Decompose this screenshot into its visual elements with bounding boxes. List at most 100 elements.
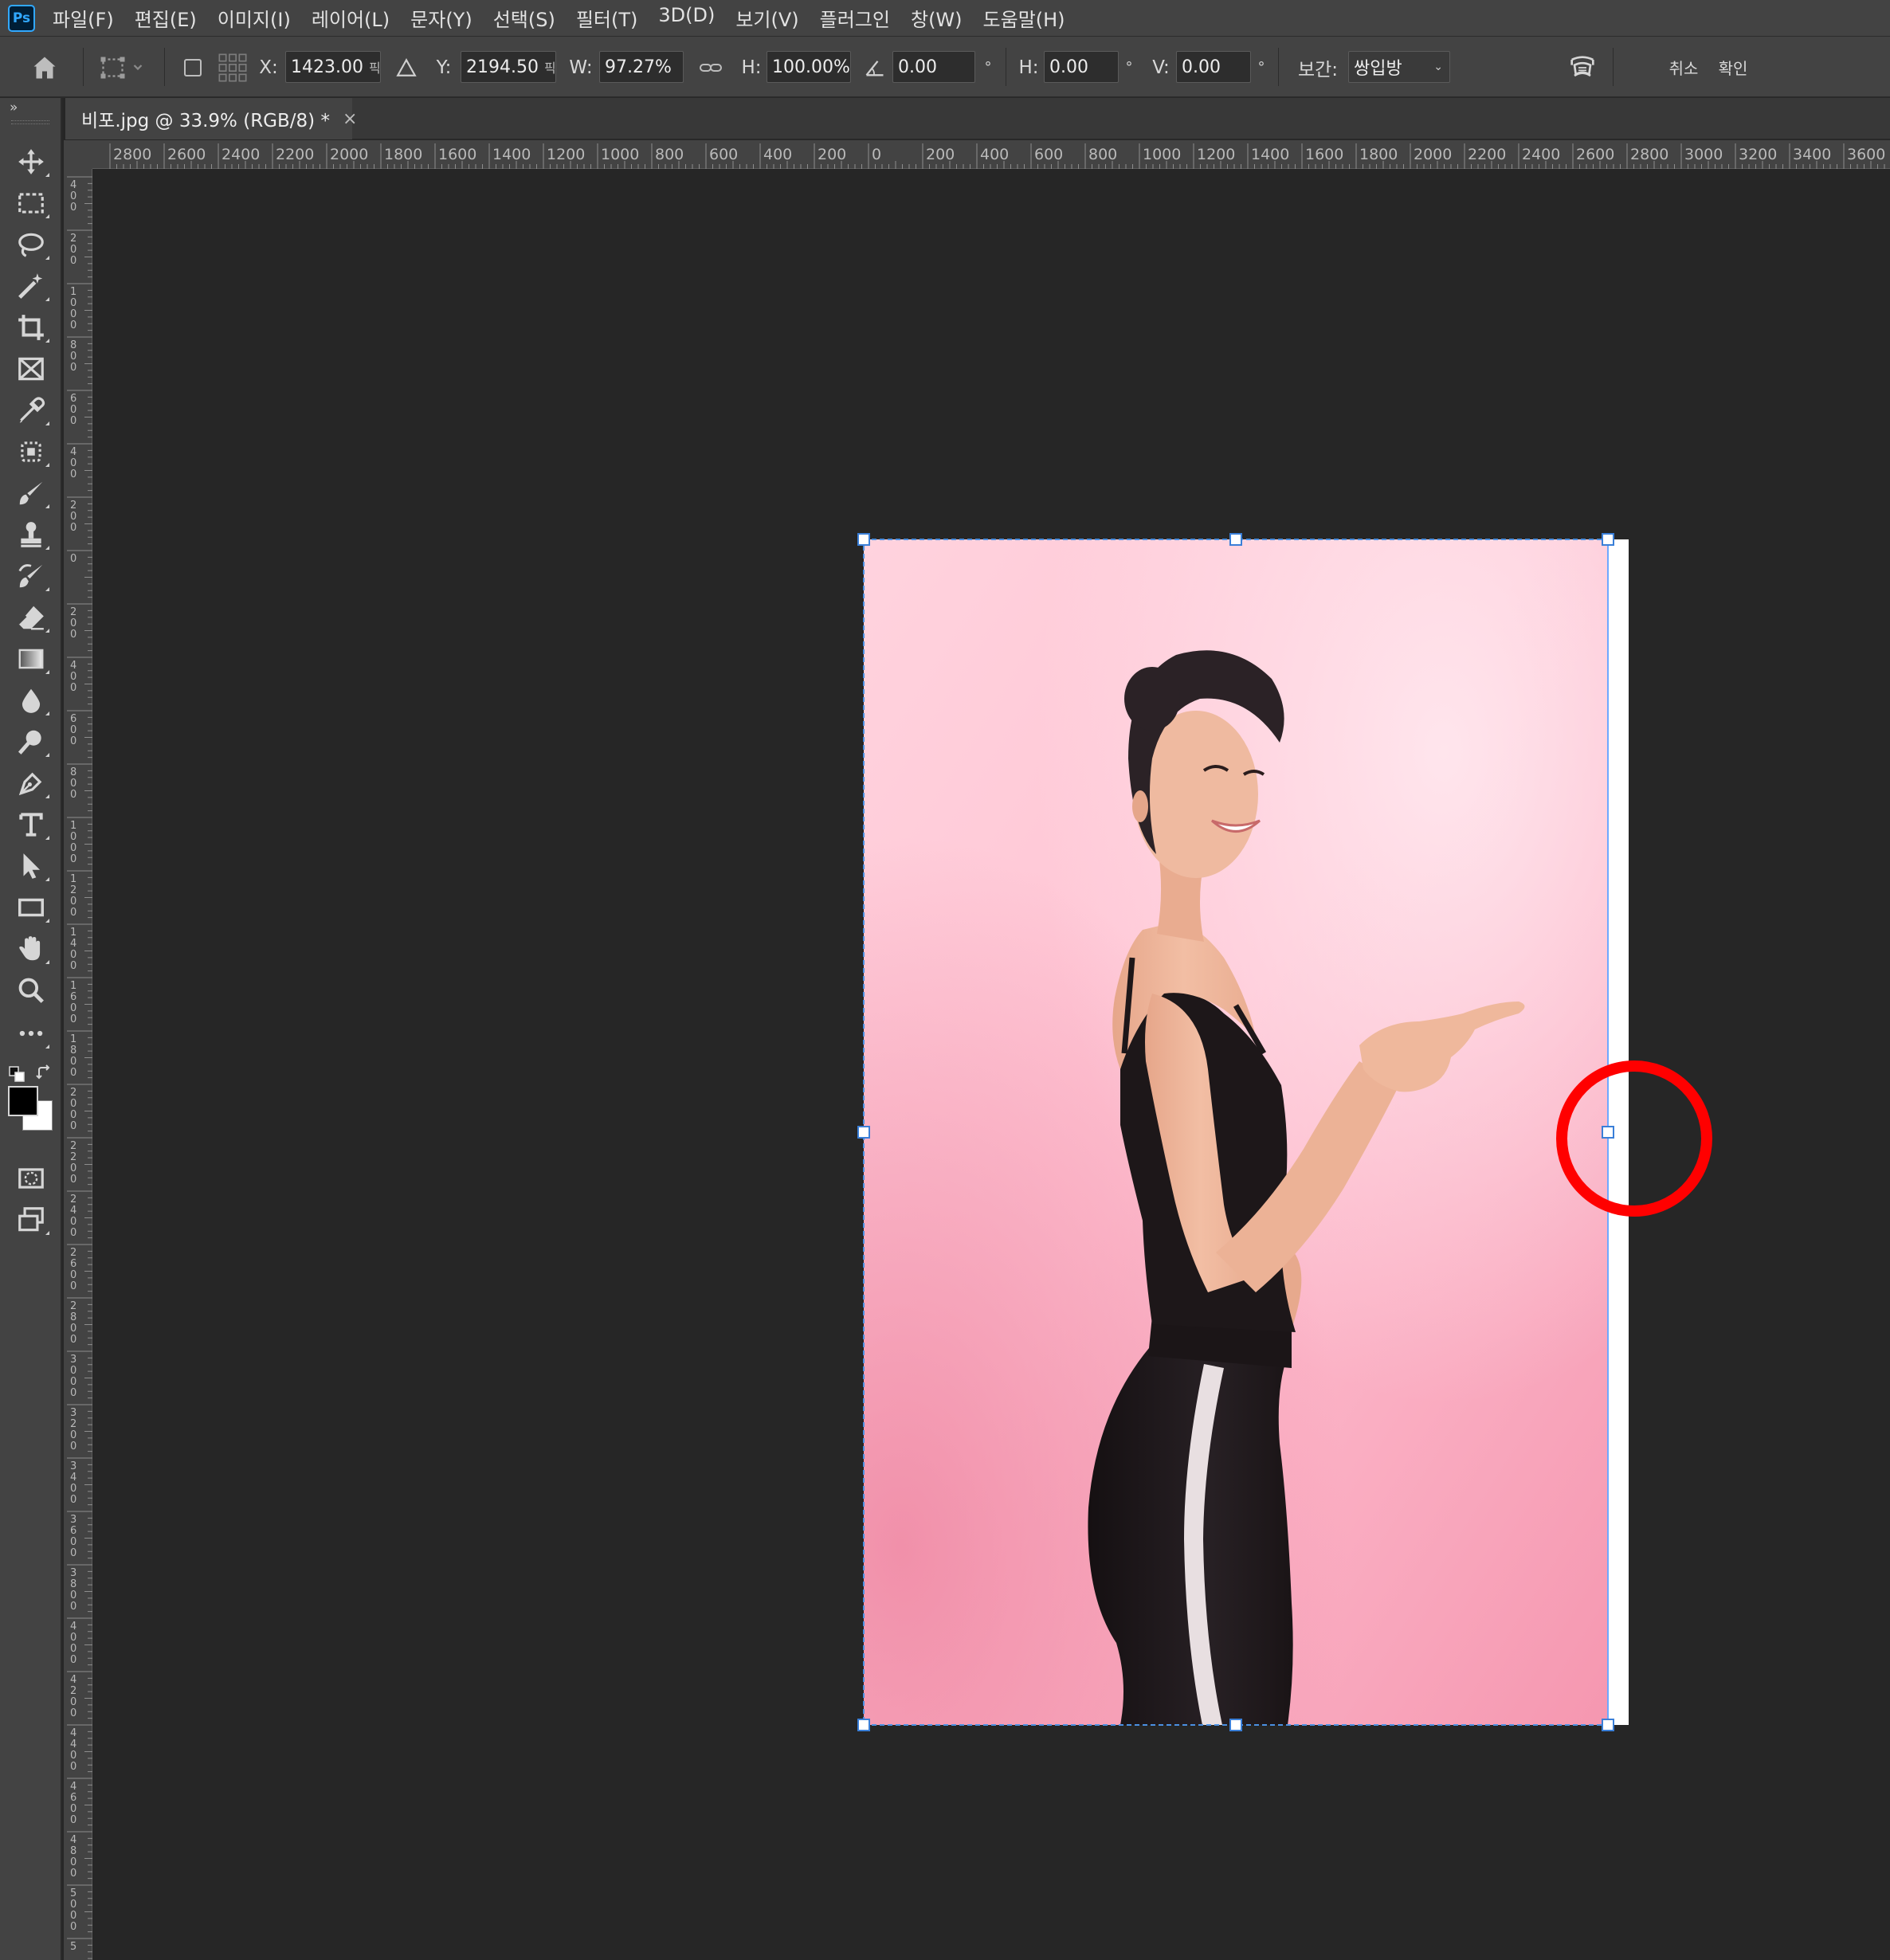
transform-handle-bottom-right[interactable] <box>1602 1719 1614 1731</box>
menu-edit[interactable]: 편집(E) <box>135 4 197 32</box>
menu-file[interactable]: 파일(F) <box>53 4 114 32</box>
crop-tool[interactable] <box>10 309 53 346</box>
width-percent-input[interactable]: 97.27% <box>599 51 684 83</box>
transform-handle-bottom[interactable] <box>1229 1719 1242 1731</box>
ruler-label: 1600 <box>438 146 476 163</box>
ruler-label: 0 <box>70 1750 76 1762</box>
ruler-label: 1 <box>70 980 76 992</box>
menu-help[interactable]: 도움말(H) <box>983 4 1065 32</box>
document-tab[interactable]: 비포.jpg @ 33.9% (RGB/8) * × <box>65 98 357 139</box>
ruler-label: 200 <box>818 146 846 163</box>
transform-handle-right[interactable] <box>1602 1126 1614 1139</box>
quick-mask-icon <box>18 1168 44 1189</box>
skew-h-degree: ° <box>1125 59 1133 76</box>
ruler-label: 0 <box>70 1002 76 1014</box>
panel-grip[interactable] <box>11 120 49 124</box>
ruler-label: 0 <box>70 351 76 363</box>
swap-colors-button[interactable] <box>35 1064 54 1083</box>
ruler-label: 8 <box>70 766 76 778</box>
move-tool[interactable] <box>10 143 53 180</box>
home-button[interactable] <box>18 37 72 98</box>
transform-preset-button[interactable] <box>89 37 153 98</box>
transform-handle-top[interactable] <box>1229 533 1242 546</box>
menu-image[interactable]: 이미지(I) <box>218 4 291 32</box>
menu-plugins[interactable]: 플러그인 <box>820 4 890 32</box>
patch-tool[interactable] <box>10 433 53 470</box>
menu-3d[interactable]: 3D(D) <box>658 4 715 32</box>
menu-type[interactable]: 문자(Y) <box>410 4 472 32</box>
interpolation-label: 보간: <box>1297 59 1339 80</box>
ruler-label: 8 <box>70 1311 76 1323</box>
ruler-label: 5 <box>70 1941 76 1953</box>
angle-icon <box>865 60 884 76</box>
y-position-input[interactable]: 2194.50 픽 <box>461 51 556 83</box>
menu-select[interactable]: 선택(S) <box>493 4 555 32</box>
delta-icon <box>396 57 417 76</box>
transform-handle-top-right[interactable] <box>1602 533 1614 546</box>
brush-tool[interactable] <box>10 475 53 512</box>
magic-wand-tool[interactable] <box>10 268 53 304</box>
ruler-label: 0 <box>70 468 76 480</box>
stamp-tool[interactable] <box>10 516 53 553</box>
foreground-color-swatch[interactable] <box>8 1086 38 1116</box>
canvas-area[interactable] <box>92 169 1890 1960</box>
eraser-tool[interactable] <box>10 599 53 636</box>
ruler-label: 0 <box>70 1376 76 1388</box>
path-selection-tool[interactable] <box>10 848 53 884</box>
ruler-origin[interactable] <box>64 140 92 169</box>
relative-position-button[interactable] <box>392 37 421 98</box>
eyedropper-tool[interactable] <box>10 392 53 429</box>
marquee-tool[interactable] <box>10 185 53 221</box>
collapse-panel-icon[interactable]: » <box>10 100 18 116</box>
ruler-label: 2 <box>70 1418 76 1430</box>
menu-layer[interactable]: 레이어(L) <box>312 4 390 32</box>
ruler-label: 1800 <box>1359 146 1398 163</box>
commit-transform-button[interactable]: 확인 <box>1713 37 1753 98</box>
cancel-transform-button[interactable]: 취소 <box>1664 37 1704 98</box>
rotate-input[interactable]: 0.00 <box>892 51 975 83</box>
more-tools-button[interactable] <box>10 1015 53 1052</box>
ruler-label: 1800 <box>384 146 422 163</box>
link-aspect-button[interactable] <box>695 37 727 98</box>
zoom-tool[interactable] <box>10 972 53 1009</box>
screen-mode-button[interactable] <box>10 1201 53 1238</box>
ruler-label: 0 <box>70 735 76 747</box>
home-icon <box>33 57 56 78</box>
ruler-label: 3600 <box>1847 146 1885 163</box>
menu-filter[interactable]: 필터(T) <box>576 4 638 32</box>
hand-tool[interactable] <box>10 931 53 967</box>
default-colors-button[interactable] <box>8 1065 25 1083</box>
reference-point-checkbox[interactable] <box>177 37 209 98</box>
transform-handle-bottom-left[interactable] <box>857 1719 870 1731</box>
ruler-label: 4 <box>70 1621 76 1633</box>
ruler-label: 0 <box>70 1387 76 1399</box>
ruler-label: 0 <box>70 1856 76 1868</box>
height-percent-input[interactable]: 100.00% <box>767 51 851 83</box>
lasso-tool[interactable] <box>10 226 53 263</box>
type-tool[interactable] <box>10 806 53 843</box>
menu-window[interactable]: 창(W) <box>911 4 963 32</box>
history-brush-tool[interactable] <box>10 558 53 594</box>
rotate-label <box>861 37 889 98</box>
reference-point-locator[interactable] <box>215 37 250 98</box>
transform-handle-top-left[interactable] <box>857 533 870 546</box>
transform-handle-left[interactable] <box>857 1126 870 1139</box>
ruler-label: 2 <box>70 1140 76 1152</box>
blur-tool[interactable] <box>10 682 53 719</box>
close-icon[interactable]: × <box>343 109 357 129</box>
gradient-tool[interactable] <box>10 641 53 677</box>
ruler-label: 1 <box>70 927 76 939</box>
skew-h-input[interactable]: 0.00 <box>1044 51 1119 83</box>
dodge-tool[interactable] <box>10 723 53 760</box>
horizontal-ruler[interactable]: 2800 2600 2400 2200 2000 1800 1600 1400 1200 1000… <box>92 140 1890 169</box>
frame-tool[interactable] <box>10 351 53 387</box>
pen-tool[interactable] <box>10 765 53 802</box>
rectangle-tool[interactable] <box>10 889 53 926</box>
vertical-ruler[interactable]: 4002001000800600400200020040060080010001… <box>64 169 92 1960</box>
warp-mode-button[interactable] <box>1562 37 1603 98</box>
x-position-input[interactable]: 1423.00 픽 <box>285 51 381 83</box>
skew-v-input[interactable]: 0.00 <box>1176 51 1251 83</box>
menu-view[interactable]: 보기(V) <box>735 4 798 32</box>
interpolation-select[interactable]: 쌍입방 ⌄ <box>1348 51 1450 83</box>
quick-mask-button[interactable] <box>10 1160 53 1197</box>
